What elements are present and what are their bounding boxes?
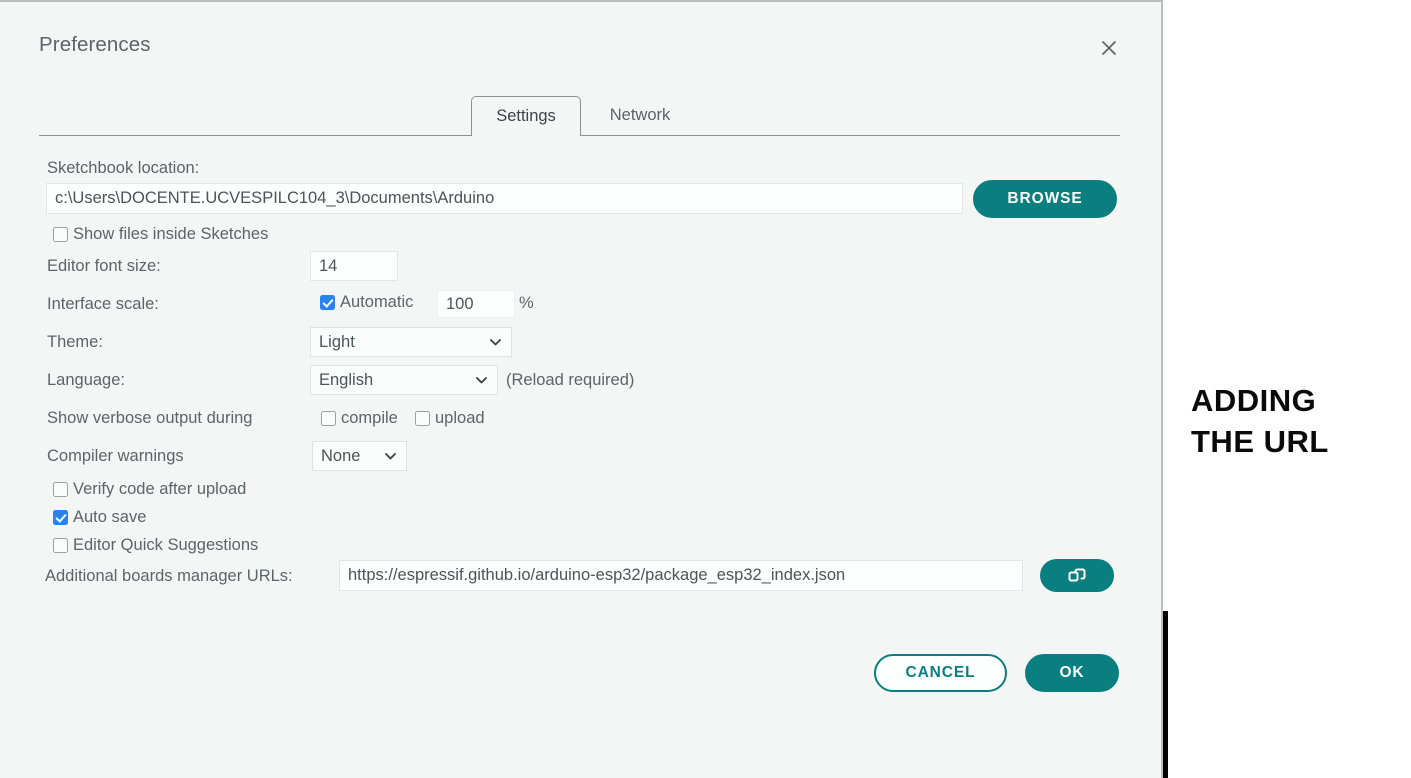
additional-urls-label: Additional boards manager URLs: — [45, 567, 293, 585]
verbose-compile-label: compile — [341, 409, 398, 427]
tab-bar: Settings Network — [39, 95, 1120, 136]
checkbox-box-icon — [53, 538, 68, 553]
compiler-warnings-select[interactable]: None — [312, 441, 407, 471]
verbose-output-label: Show verbose output during — [47, 409, 253, 427]
auto-save-label: Auto save — [73, 508, 147, 526]
tab-settings-label: Settings — [496, 106, 556, 125]
ok-button[interactable]: OK — [1025, 654, 1119, 692]
close-icon[interactable] — [1092, 31, 1125, 64]
dialog-titlebar: Preferences — [0, 2, 1163, 90]
checkbox-box-icon — [53, 510, 68, 525]
theme-select[interactable]: Light — [310, 327, 512, 357]
checkbox-box-icon — [415, 411, 430, 426]
tab-network[interactable]: Network — [590, 96, 690, 135]
cancel-button[interactable]: CANCEL — [874, 654, 1007, 692]
annotation-line-2: THE URL — [1191, 423, 1329, 459]
sketchbook-location-input[interactable] — [46, 183, 963, 214]
browse-button-label: BROWSE — [1007, 190, 1083, 207]
sketchbook-location-label: Sketchbook location: — [47, 159, 200, 177]
open-windows-icon[interactable] — [1040, 559, 1114, 592]
page-title: Preferences — [39, 33, 151, 56]
interface-scale-label: Interface scale: — [47, 295, 159, 313]
interface-scale-automatic-label: Automatic — [340, 293, 414, 311]
annotation-line-1: ADDING — [1191, 383, 1317, 418]
language-reload-note: (Reload required) — [506, 371, 635, 389]
interface-scale-automatic-checkbox[interactable]: Automatic — [320, 293, 413, 312]
show-files-inside-sketches-checkbox[interactable]: Show files inside Sketches — [53, 225, 268, 244]
language-label: Language: — [47, 371, 125, 389]
verbose-compile-checkbox[interactable]: compile — [321, 409, 398, 428]
preferences-dialog: Preferences Settings Network Sketchbook … — [0, 0, 1163, 778]
black-divider-rule — [1163, 611, 1168, 778]
tab-settings[interactable]: Settings — [471, 96, 581, 136]
auto-save-checkbox[interactable]: Auto save — [53, 508, 146, 527]
language-select-value: English — [319, 370, 374, 389]
show-files-inside-sketches-label: Show files inside Sketches — [73, 225, 269, 243]
checkbox-box-icon — [321, 411, 336, 426]
verbose-upload-checkbox[interactable]: upload — [415, 409, 485, 428]
verbose-upload-label: upload — [435, 409, 485, 427]
ok-button-label: OK — [1059, 664, 1085, 681]
chevron-down-icon — [384, 450, 397, 463]
interface-scale-input[interactable] — [437, 290, 515, 318]
chevron-down-icon — [475, 374, 488, 387]
editor-quick-suggestions-label: Editor Quick Suggestions — [73, 536, 259, 554]
verify-code-after-upload-label: Verify code after upload — [73, 480, 247, 498]
theme-label: Theme: — [47, 333, 103, 351]
theme-select-value: Light — [319, 332, 355, 351]
interface-scale-unit: % — [519, 294, 534, 312]
cancel-button-label: CANCEL — [905, 664, 976, 681]
verify-code-after-upload-checkbox[interactable]: Verify code after upload — [53, 480, 246, 499]
checkbox-box-icon — [53, 227, 68, 242]
editor-font-size-label: Editor font size: — [47, 257, 161, 275]
compiler-warnings-select-value: None — [321, 446, 361, 465]
language-select[interactable]: English — [310, 365, 498, 395]
chevron-down-icon — [489, 336, 502, 349]
browse-button[interactable]: BROWSE — [973, 180, 1117, 218]
checkbox-box-icon — [320, 295, 335, 310]
additional-urls-input[interactable] — [339, 560, 1023, 591]
checkbox-box-icon — [53, 482, 68, 497]
compiler-warnings-label: Compiler warnings — [47, 447, 184, 465]
editor-font-size-input[interactable] — [310, 251, 398, 281]
annotation-text: ADDING THE URL — [1191, 381, 1401, 463]
editor-quick-suggestions-checkbox[interactable]: Editor Quick Suggestions — [53, 536, 258, 555]
tab-network-label: Network — [609, 106, 671, 124]
